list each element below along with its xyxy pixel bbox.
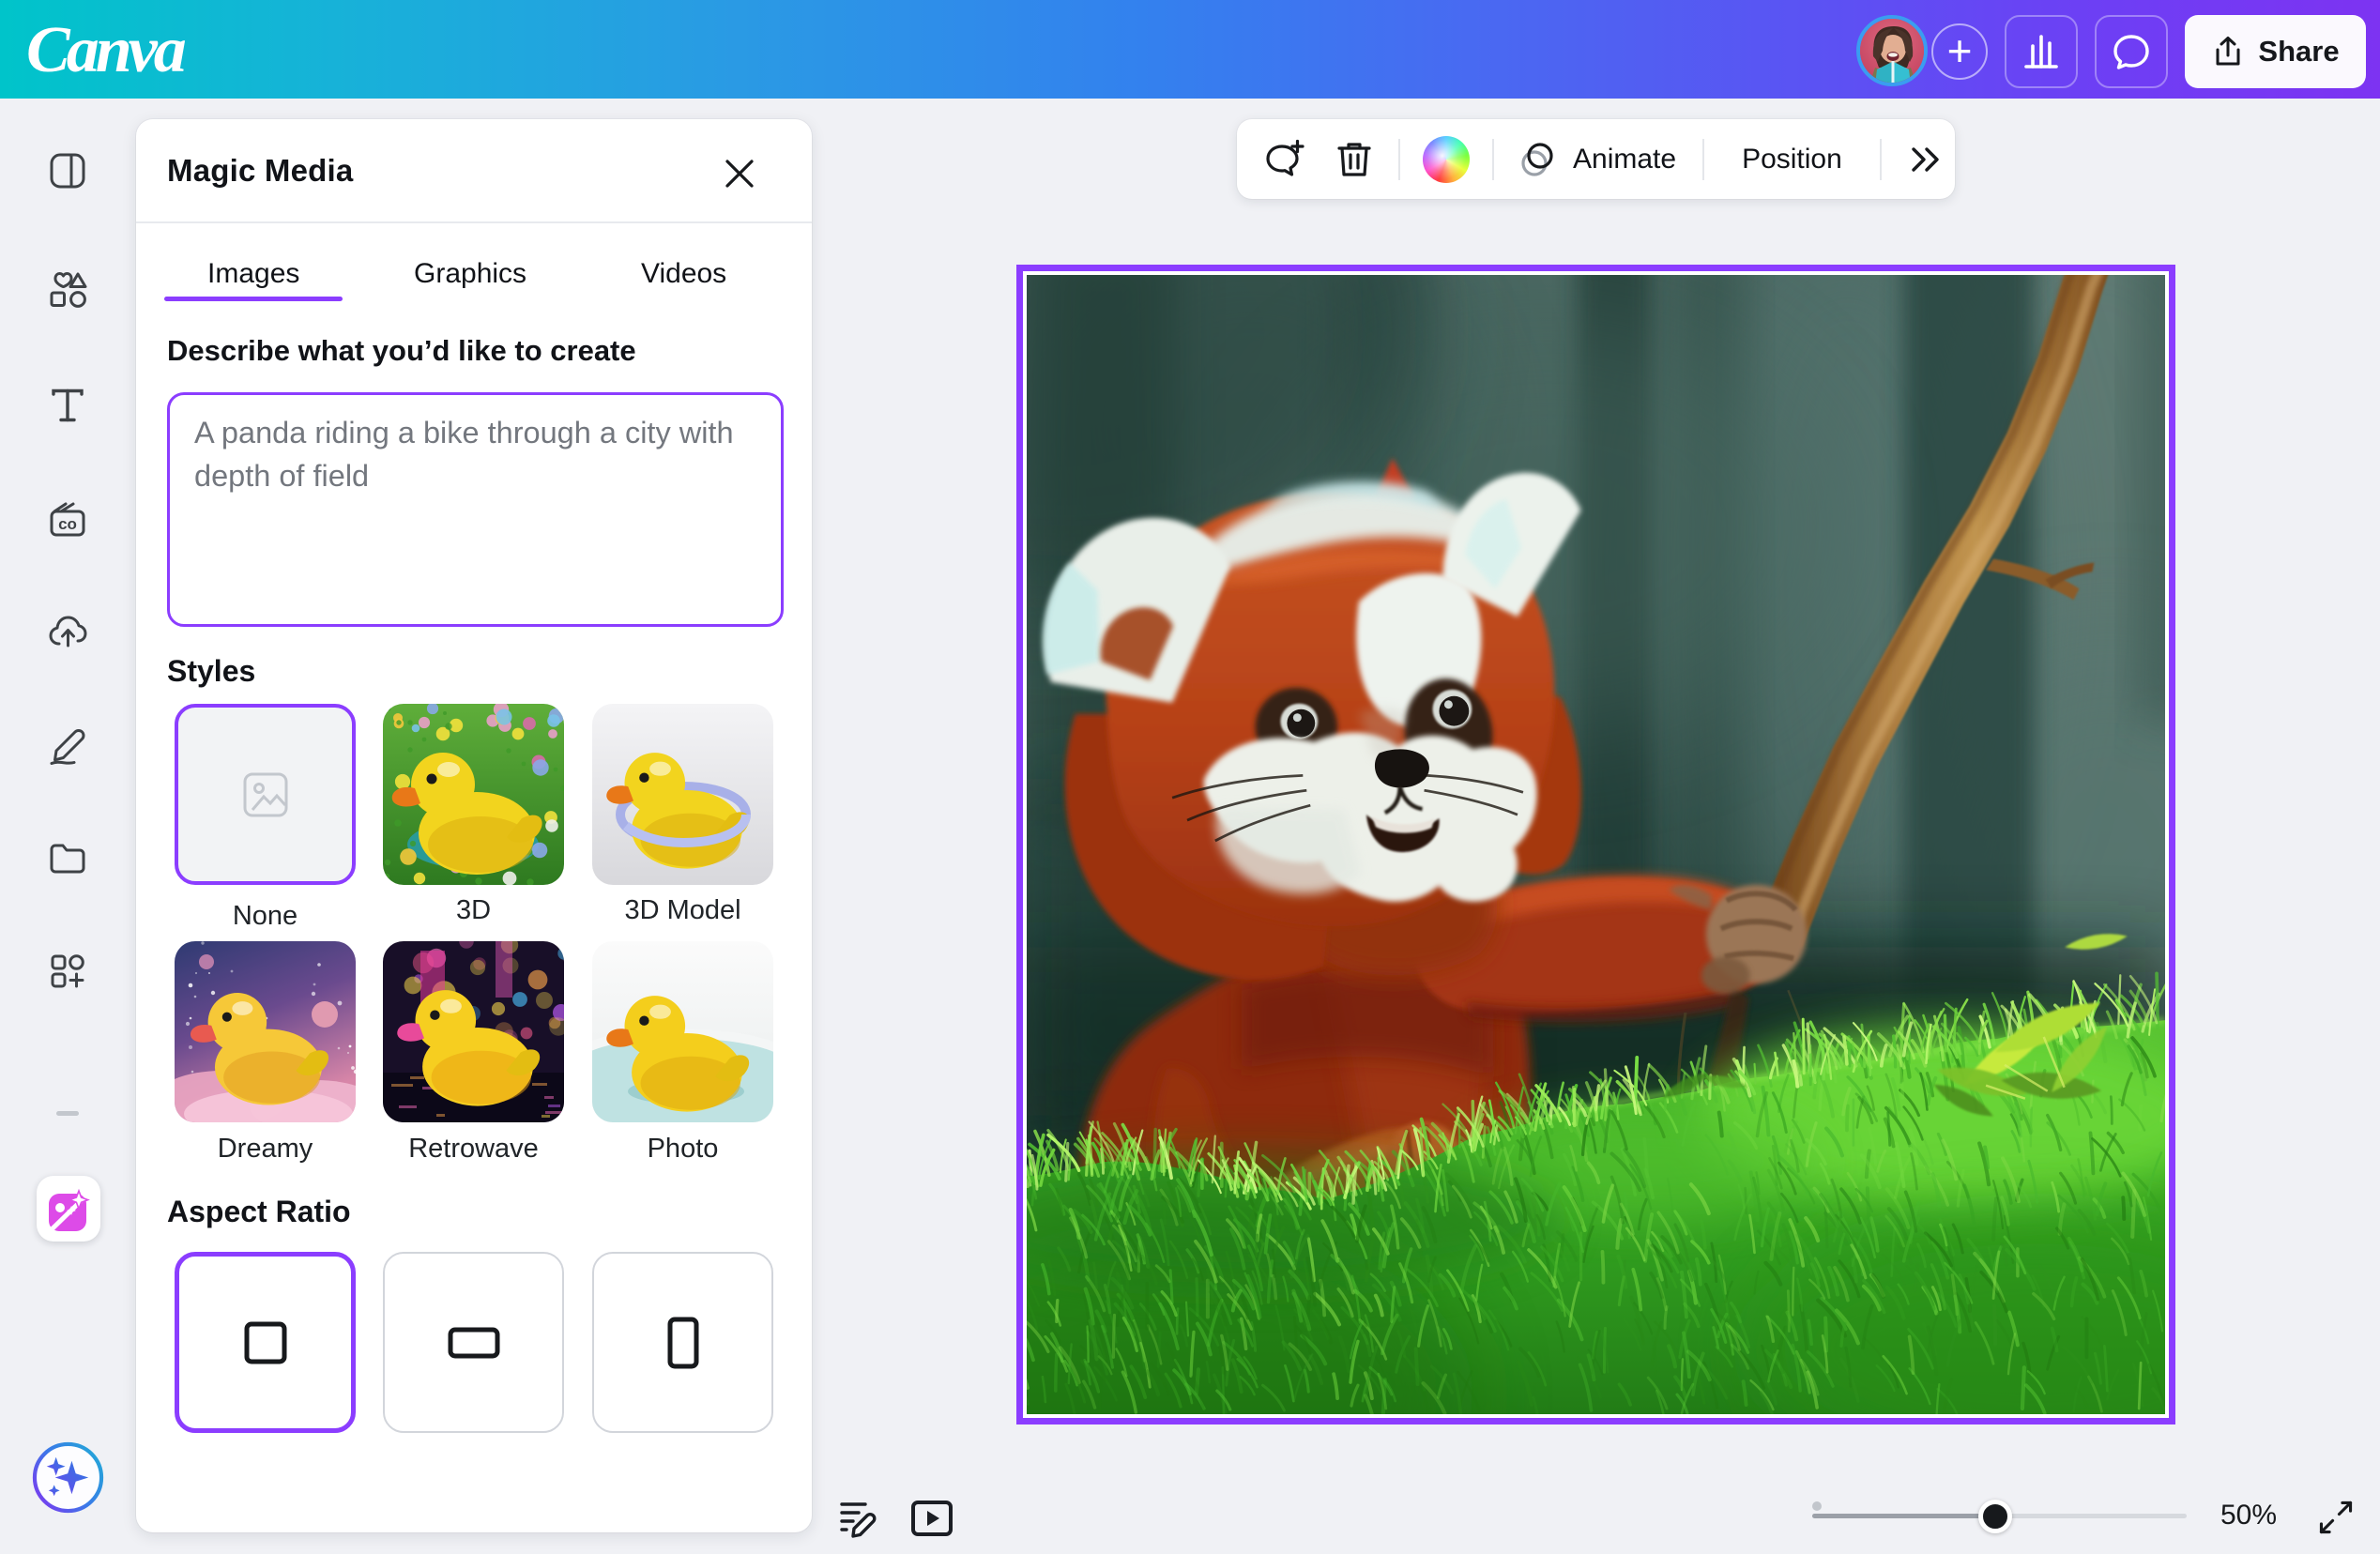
svg-text:co: co [58,515,77,533]
svg-text:Canva: Canva [26,14,186,86]
